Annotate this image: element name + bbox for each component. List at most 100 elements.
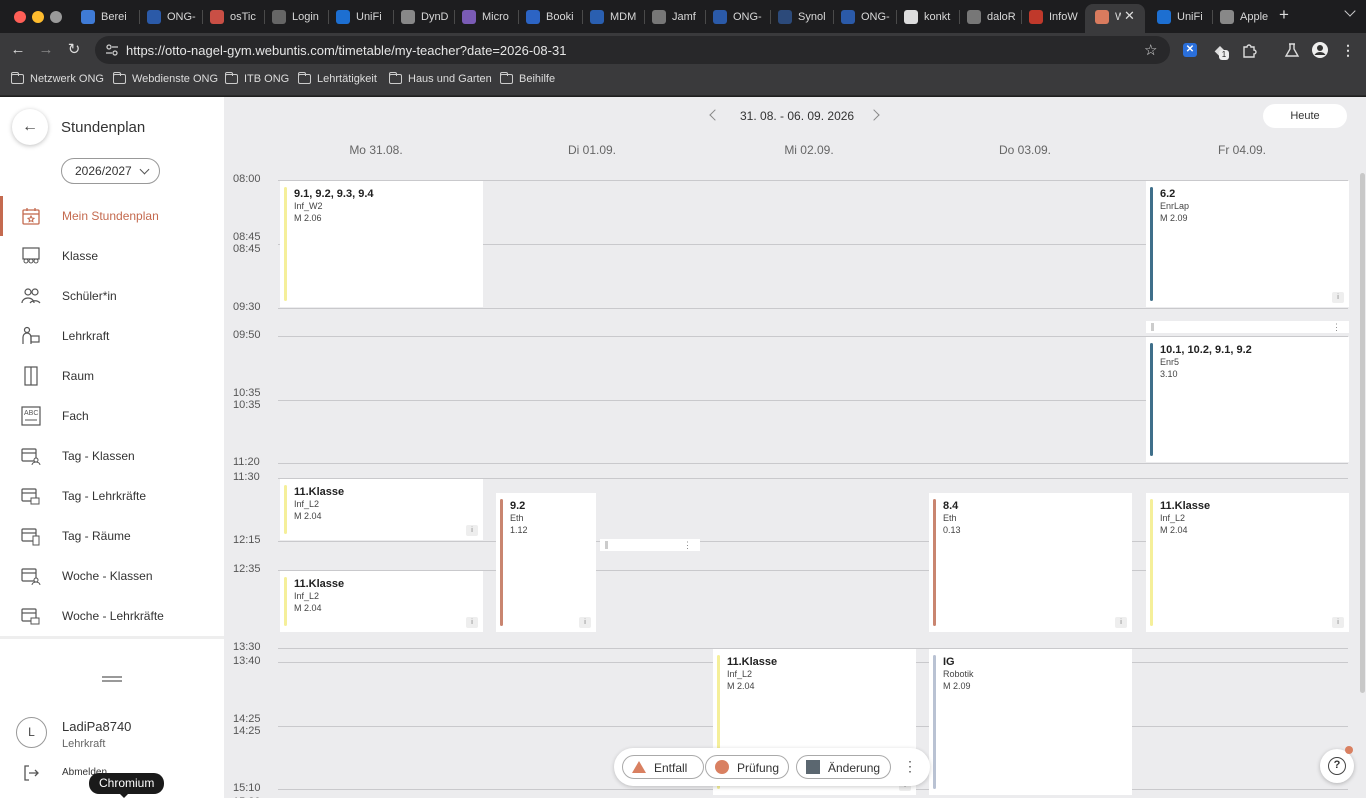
bookmark-folder[interactable]: ITB ONG [225, 72, 289, 85]
time-label: 12:35 [233, 563, 261, 575]
sidebar-item-tag-räume[interactable]: Tag - Räume [0, 516, 224, 556]
previous-week-chevron-icon[interactable] [706, 108, 720, 122]
browser-tab[interactable]: Login [268, 6, 324, 27]
sidebar: ← Stundenplan 2026/2027 Mein Stundenplan… [0, 97, 224, 798]
close-tab-icon[interactable]: ✕ [1124, 8, 1135, 24]
browser-tab[interactable]: UniFi [1153, 6, 1209, 27]
close-window-button[interactable] [14, 11, 26, 23]
browser-tab[interactable]: UniFi [332, 6, 388, 27]
browser-tab[interactable]: konkt [900, 6, 956, 27]
next-week-chevron-icon[interactable] [869, 108, 883, 122]
browser-tab[interactable]: W [1091, 6, 1121, 27]
calendar-group-icon [21, 568, 41, 586]
browser-tab[interactable]: Micro [458, 6, 514, 27]
address-bar[interactable]: https://otto-nagel-gym.webuntis.com/time… [95, 36, 1170, 64]
browser-tab[interactable]: Apple [1216, 6, 1272, 27]
tab-separator [582, 10, 583, 24]
lesson-card[interactable]: 11.KlasseInf_L2 M 2.04 i [1146, 493, 1349, 632]
bookmark-folder[interactable]: Netzwerk ONG [11, 72, 104, 85]
lesson-card[interactable]: 11.KlasseInf_L2 M 2.04 i [280, 571, 483, 632]
lesson-subject: Eth [943, 513, 957, 523]
lesson-info-icon[interactable]: i [466, 617, 478, 628]
legend-change-toggle[interactable]: Änderung [796, 755, 891, 779]
browser-tab[interactable]: Jamf [648, 6, 704, 27]
extension-x-icon[interactable]: ✕ [1181, 41, 1199, 59]
lesson-info-icon[interactable]: i [579, 617, 591, 628]
sidebar-item-fach[interactable]: ABC Fach [0, 396, 224, 436]
extensions-puzzle-icon[interactable] [1240, 41, 1258, 59]
browser-tab[interactable]: Synol [774, 6, 830, 27]
sidebar-item-tag-lehrkräfte[interactable]: Tag - Lehrkräfte [0, 476, 224, 516]
bookmark-folder[interactable]: Beihilfe [500, 72, 555, 85]
tab-separator [833, 10, 834, 24]
bookmark-folder[interactable]: Lehrtätigkeit [298, 72, 377, 85]
lesson-card[interactable]: 9.2 Eth 1.12 i [496, 493, 596, 632]
lesson-card[interactable]: 9.1, 9.2, 9.3, 9.4 Inf_W2 M 2.06 [280, 181, 483, 307]
bookmark-folder[interactable]: Haus und Garten [389, 72, 492, 85]
reload-icon[interactable]: ↻ [65, 41, 83, 59]
browser-tab[interactable]: DynD [397, 6, 453, 27]
lesson-info-icon[interactable]: i [466, 525, 478, 536]
browser-tab[interactable]: Booki [522, 6, 578, 27]
lesson-info-icon[interactable]: i [1332, 292, 1344, 303]
tab-search-icon[interactable] [1344, 5, 1356, 17]
new-tab-button[interactable]: + [1279, 5, 1289, 25]
browser-tab[interactable]: osTic [206, 6, 262, 27]
sidebar-item-raum[interactable]: Raum [0, 356, 224, 396]
zoom-window-button[interactable] [50, 11, 62, 23]
tab-favicon-icon [526, 9, 540, 24]
school-year-select[interactable]: 2026/2027 [61, 158, 160, 184]
legend-more-icon[interactable]: ⋮ [903, 756, 917, 776]
time-label: 08:45 [233, 231, 261, 243]
sidebar-item-klasse[interactable]: Klasse [0, 236, 224, 276]
back-button[interactable]: ← [12, 109, 48, 145]
forward-arrow-icon[interactable]: → [37, 41, 55, 59]
lesson-card[interactable]: IG Robotik M 2.09 [929, 649, 1132, 795]
collapsed-lesson-bar[interactable]: ⋮ [600, 539, 700, 551]
sidebar-item-woche-klassen[interactable]: Woche - Klassen [0, 556, 224, 596]
browser-tab[interactable]: InfoW [1025, 6, 1081, 27]
browser-tab[interactable]: daloR [963, 6, 1019, 27]
more-options-icon[interactable]: ⋮ [683, 539, 692, 551]
legend-exam-toggle[interactable]: Prüfung [705, 755, 789, 779]
site-settings-icon[interactable] [105, 44, 119, 56]
minimize-window-button[interactable] [32, 11, 44, 23]
scrollbar[interactable] [1360, 173, 1365, 693]
sidebar-item-schüler-in[interactable]: Schüler*in [0, 276, 224, 316]
logout-icon[interactable] [22, 764, 40, 782]
lesson-card[interactable]: 6.2 EnrLap M 2.09 i [1146, 181, 1349, 307]
sidebar-item-tag-klassen[interactable]: Tag - Klassen [0, 436, 224, 476]
avatar[interactable]: L [16, 717, 47, 748]
extension-diamond-icon[interactable]: ◆1 [1211, 41, 1229, 60]
legend-label: Änderung [828, 761, 881, 775]
lesson-subject: Inf_L2 [727, 669, 753, 679]
more-options-icon[interactable]: ⋮ [1332, 321, 1341, 333]
today-button[interactable]: Heute [1263, 104, 1347, 128]
tab-title: InfoW [1049, 10, 1078, 23]
collapsed-lesson-bar[interactable]: ⋮ [1146, 321, 1349, 333]
browser-tab[interactable]: ONG- [143, 6, 199, 27]
drag-handle-icon[interactable] [102, 676, 122, 682]
legend-cancelled-toggle[interactable]: Entfall [622, 755, 704, 779]
help-button[interactable]: ? [1320, 746, 1354, 783]
lesson-card[interactable]: 10.1, 10.2, 9.1, 9.2 Enr5 3.10 [1146, 337, 1349, 462]
tab-separator [644, 10, 645, 24]
back-arrow-icon[interactable]: ← [9, 41, 27, 59]
bookmark-star-icon[interactable]: ☆ [1144, 41, 1157, 59]
lesson-info-icon[interactable]: i [1115, 617, 1127, 628]
sidebar-item-mein-stundenplan[interactable]: Mein Stundenplan [0, 196, 224, 236]
bookmark-folder[interactable]: Webdienste ONG [113, 72, 218, 85]
browser-menu-icon[interactable]: ⋮ [1339, 41, 1357, 59]
folder-icon [11, 72, 24, 84]
sidebar-item-woche-lehrkräfte[interactable]: Woche - Lehrkräfte [0, 596, 224, 636]
browser-tab[interactable]: MDM [586, 6, 642, 27]
lesson-card[interactable]: 8.4 Eth 0.13 i [929, 493, 1132, 632]
lab-flask-icon[interactable] [1283, 41, 1301, 59]
browser-tab[interactable]: Berei [77, 6, 133, 27]
browser-tab[interactable]: ONG- [837, 6, 893, 27]
browser-tab[interactable]: ONG- [709, 6, 765, 27]
sidebar-item-lehrkraft[interactable]: Lehrkraft [0, 316, 224, 356]
lesson-info-icon[interactable]: i [1332, 617, 1344, 628]
profile-icon[interactable] [1311, 41, 1329, 59]
lesson-card[interactable]: 11.KlasseInf_L2 M 2.04 i [280, 479, 483, 540]
